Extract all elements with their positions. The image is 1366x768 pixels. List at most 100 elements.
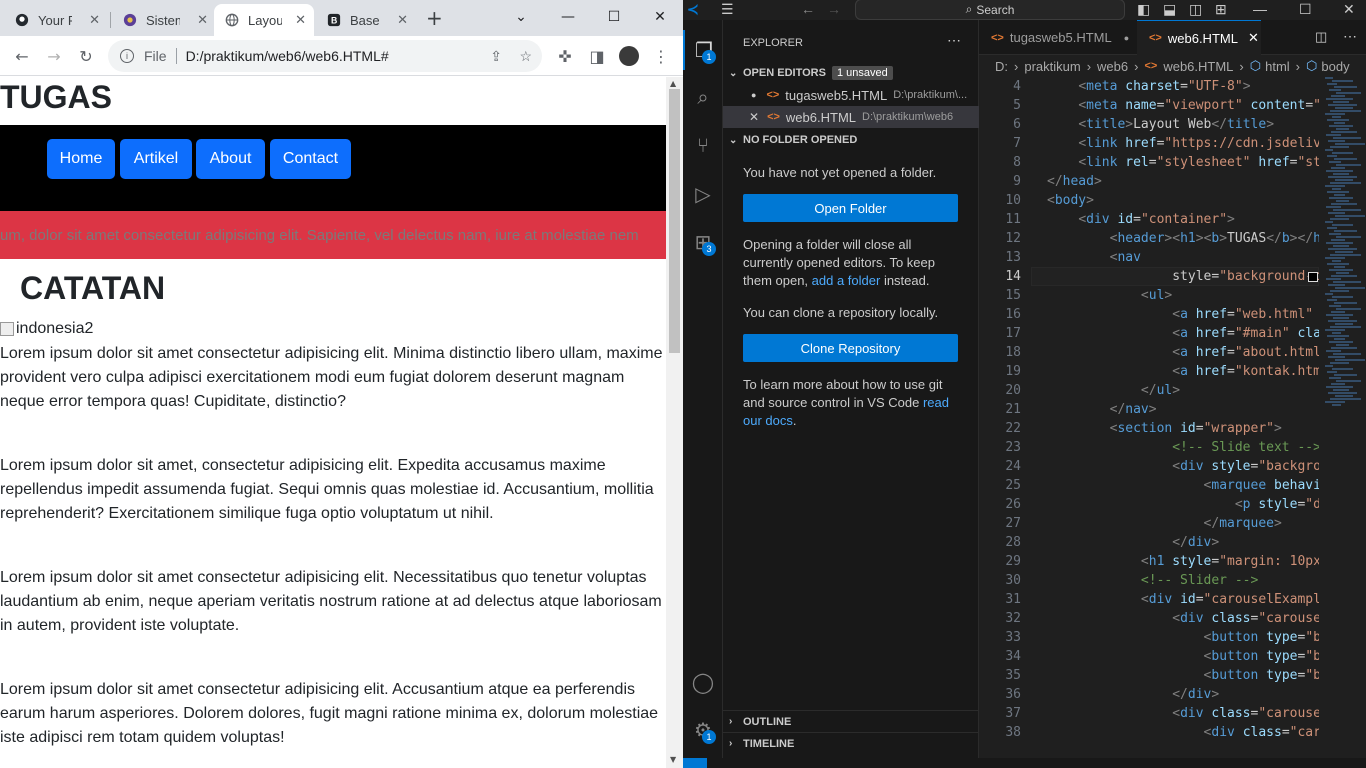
nav-home-button[interactable]: Home — [47, 139, 115, 179]
new-tab-icon[interactable]: + — [426, 6, 443, 30]
breadcrumb-item[interactable]: web6 — [1097, 59, 1128, 74]
tab-base[interactable]: B Base ✕ — [316, 4, 416, 36]
code-line[interactable]: 25 <marquee behavior="" — [979, 476, 1319, 495]
no-folder-section[interactable]: ⌄ NO FOLDER OPENED — [723, 129, 979, 151]
breadcrumb-item[interactable]: D: — [995, 59, 1008, 74]
remote-indicator-icon[interactable] — [683, 758, 707, 768]
code-line[interactable]: 31 <div id="carouselExampleCapti — [979, 590, 1319, 609]
split-editor-icon[interactable]: ◫ — [1315, 29, 1327, 45]
toggle-secondary-sidebar-icon[interactable]: ◫ — [1189, 1, 1202, 18]
breadcrumb-item[interactable]: praktikum — [1024, 59, 1080, 74]
breadcrumb-item[interactable]: body — [1321, 59, 1349, 74]
editor-tab-web6[interactable]: <> web6.HTML ✕ — [1137, 20, 1261, 55]
code-line[interactable]: 18 <a href="about.html" class= — [979, 343, 1319, 362]
code-line[interactable]: 28 </div> — [979, 533, 1319, 552]
code-line[interactable]: 11 <div id="container"> — [979, 210, 1319, 229]
code-line[interactable]: 38 <div class="carousel-item — [979, 723, 1319, 742]
minimize-icon[interactable]: — — [1253, 1, 1267, 17]
code-line[interactable]: 9 </head> — [979, 172, 1319, 191]
more-actions-icon[interactable]: ⋯ — [1343, 28, 1357, 45]
timeline-section[interactable]: › TIMELINE — [723, 732, 979, 754]
close-tab-icon[interactable]: ✕ — [89, 12, 100, 28]
back-icon[interactable]: ← — [10, 44, 34, 68]
nav-contact-button[interactable]: Contact — [270, 139, 351, 179]
extensions-icon[interactable]: ⊞ 3 — [683, 222, 723, 262]
tab-search-icon[interactable]: ⌄ — [498, 0, 544, 34]
code-line[interactable]: 19 <a href="kontak.html" class — [979, 362, 1319, 381]
command-center-search[interactable]: ⌕ Search — [855, 0, 1125, 20]
nav-artikel-button[interactable]: Artikel — [120, 139, 192, 179]
reload-icon[interactable]: ↻ — [74, 44, 98, 68]
tab-sistem[interactable]: Sistem ✕ — [112, 4, 216, 36]
code-line[interactable]: 26 <p style="display: — [979, 495, 1319, 514]
close-tab-icon[interactable]: ✕ — [295, 12, 306, 28]
tab-github[interactable]: Your R ✕ — [4, 4, 108, 36]
code-line[interactable]: 30 <!-- Slider --> — [979, 571, 1319, 590]
open-editor-item[interactable]: ● <> tugasweb5.HTML D:\praktikum\... — [723, 84, 979, 106]
color-swatch-icon[interactable] — [1308, 272, 1318, 282]
menu-icon[interactable]: ☰ — [721, 1, 734, 18]
nav-back-icon[interactable]: ← — [801, 1, 815, 17]
page-scrollbar[interactable]: ▲ ▼ — [666, 77, 683, 768]
close-tab-icon[interactable]: ✕ — [197, 12, 208, 28]
more-actions-icon[interactable]: ⋯ — [947, 32, 961, 49]
code-line[interactable]: 27 </marquee> — [979, 514, 1319, 533]
code-line[interactable]: 6 <title>Layout Web</title> — [979, 115, 1319, 134]
customize-layout-icon[interactable]: ⊞ — [1215, 1, 1227, 18]
code-line[interactable]: 7 <link href="https://cdn.jsdelivr. — [979, 134, 1319, 153]
code-line[interactable]: 16 <a href="web.html" class="b — [979, 305, 1319, 324]
address-bar[interactable]: i File D:/praktikum/web6/web6.HTML# ⇪ ☆ — [108, 40, 542, 72]
open-folder-button[interactable]: Open Folder — [743, 194, 958, 222]
open-editor-item[interactable]: ✕ <> web6.HTML D:\praktikum\web6 — [723, 106, 979, 128]
extensions-icon[interactable]: ✜ — [553, 44, 577, 68]
code-line[interactable]: 36 </div> — [979, 685, 1319, 704]
code-line[interactable]: 23 <!-- Slide text --> — [979, 438, 1319, 457]
url-text[interactable]: D:/praktikum/web6/web6.HTML# — [186, 48, 389, 64]
source-control-icon[interactable]: ⑂ — [683, 126, 723, 166]
close-editor-icon[interactable]: ✕ — [749, 110, 759, 124]
unsaved-dot-icon[interactable]: ● — [751, 90, 756, 100]
maximize-icon[interactable]: ☐ — [1299, 1, 1312, 18]
share-icon[interactable]: ⇪ — [490, 48, 502, 65]
accounts-icon[interactable]: ◯ — [683, 662, 723, 702]
side-panel-icon[interactable]: ◨ — [585, 44, 609, 68]
nav-forward-icon[interactable]: → — [827, 1, 841, 17]
code-editor[interactable]: 4 <meta charset="UTF-8"> 5 <meta name="vi… — [979, 77, 1319, 760]
scroll-down-icon[interactable]: ▼ — [670, 755, 676, 764]
run-debug-icon[interactable]: ▷ — [683, 174, 723, 214]
outline-section[interactable]: › OUTLINE — [723, 710, 979, 732]
code-line[interactable]: 4 <meta charset="UTF-8"> — [979, 77, 1319, 96]
search-icon[interactable]: ⌕ — [683, 78, 723, 118]
code-line[interactable]: 24 <div style="background- — [979, 457, 1319, 476]
close-icon[interactable]: ✕ — [1343, 1, 1355, 18]
code-line[interactable]: 17 <a href="#main" class="btn — [979, 324, 1319, 343]
clone-repository-button[interactable]: Clone Repository — [743, 334, 958, 362]
toggle-panel-icon[interactable]: ⬓ — [1163, 1, 1176, 18]
minimize-icon[interactable]: — — [545, 0, 591, 34]
code-line[interactable]: 20 </ul> — [979, 381, 1319, 400]
explorer-icon[interactable]: ❐1 — [683, 30, 723, 70]
avatar[interactable] — [617, 44, 641, 68]
toggle-sidebar-icon[interactable]: ◧ — [1137, 1, 1150, 18]
code-line[interactable]: 13 <nav — [979, 248, 1319, 267]
code-line[interactable]: 22 <section id="wrapper"> — [979, 419, 1319, 438]
close-tab-icon[interactable]: ✕ — [1248, 30, 1259, 46]
scrollbar-thumb[interactable] — [669, 89, 680, 353]
code-line[interactable]: 33 <button type="button" dat — [979, 628, 1319, 647]
close-icon[interactable]: ✕ — [637, 0, 683, 34]
code-line[interactable]: 5 <meta name="viewport" content="wi — [979, 96, 1319, 115]
breadcrumb-item[interactable]: web6.HTML — [1163, 59, 1233, 74]
maximize-icon[interactable]: ☐ — [591, 0, 637, 34]
code-line[interactable]: 15 <ul> — [979, 286, 1319, 305]
bookmark-star-icon[interactable]: ☆ — [519, 48, 532, 65]
code-line[interactable]: 29 <h1 style="margin: 10px 20px; — [979, 552, 1319, 571]
code-line[interactable]: 8 <link rel="stylesheet" href="styl — [979, 153, 1319, 172]
close-tab-icon[interactable]: ✕ — [397, 12, 408, 28]
code-line[interactable]: 10 <body> — [979, 191, 1319, 210]
forward-icon[interactable]: → — [42, 44, 66, 68]
breadcrumb-item[interactable]: html — [1265, 59, 1290, 74]
code-line[interactable]: 12 <header><h1><b>TUGAS</b></h1>/ — [979, 229, 1319, 248]
unsaved-dot-icon[interactable]: ● — [1124, 33, 1129, 43]
nav-about-button[interactable]: About — [196, 139, 265, 179]
editor-tab-tugasweb5[interactable]: <> tugasweb5.HTML ● — [979, 20, 1129, 55]
